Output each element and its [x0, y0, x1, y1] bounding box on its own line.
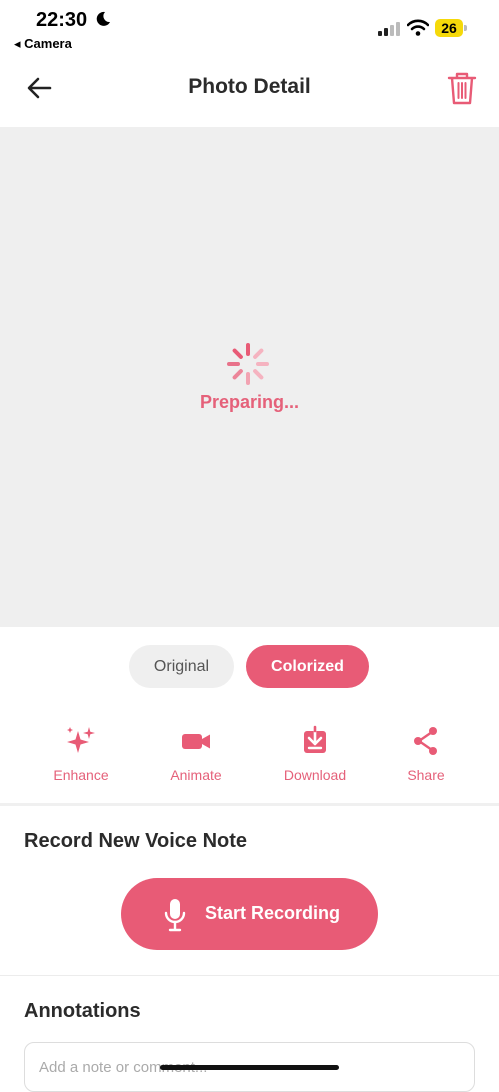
download-label: Download	[283, 767, 347, 783]
start-recording-label: Start Recording	[205, 903, 341, 923]
status-bar: 22:30 ◂ Camera 26	[0, 0, 499, 56]
loading-text: Preparing...	[199, 392, 300, 412]
section-divider	[0, 803, 499, 806]
back-to-camera-link[interactable]: ◂ Camera	[14, 36, 72, 52]
toggle-colorized-button[interactable]: Colorized	[246, 645, 369, 688]
share-label: Share	[407, 767, 445, 783]
video-camera-icon	[182, 734, 210, 749]
moon-icon	[96, 11, 110, 26]
home-indicator[interactable]	[160, 1065, 339, 1070]
loading-spinner-icon	[227, 343, 269, 385]
share-action[interactable]: Share	[371, 725, 481, 785]
start-recording-button[interactable]: Start Recording	[121, 878, 378, 950]
animate-action[interactable]: Animate	[141, 725, 251, 785]
download-icon	[304, 725, 326, 753]
voice-note-title: Record New Voice Note	[24, 830, 248, 852]
microphone-icon	[164, 899, 186, 932]
battery-icon: 26	[435, 19, 469, 37]
download-action[interactable]: Download	[260, 725, 370, 785]
battery-tip	[464, 25, 467, 31]
wifi-icon	[407, 19, 429, 36]
annotations-title: Annotations	[24, 1000, 141, 1022]
section-divider	[0, 975, 499, 976]
app-header: Photo Detail	[0, 56, 499, 126]
page-title: Photo Detail	[188, 75, 311, 98]
animate-label: Animate	[170, 767, 222, 783]
toggle-original-button[interactable]: Original	[129, 645, 234, 688]
enhance-action[interactable]: Enhance	[26, 725, 136, 785]
action-bar: Enhance Animate Download Share	[0, 725, 499, 785]
share-icon	[414, 727, 437, 755]
status-time: 22:30	[36, 9, 88, 31]
photo-preview: Preparing...	[0, 127, 499, 627]
trash-icon[interactable]	[446, 70, 478, 106]
enhance-label: Enhance	[53, 767, 109, 783]
battery-level: 26	[441, 20, 457, 36]
cellular-signal-icon	[378, 22, 400, 36]
sparkles-icon	[67, 727, 95, 753]
